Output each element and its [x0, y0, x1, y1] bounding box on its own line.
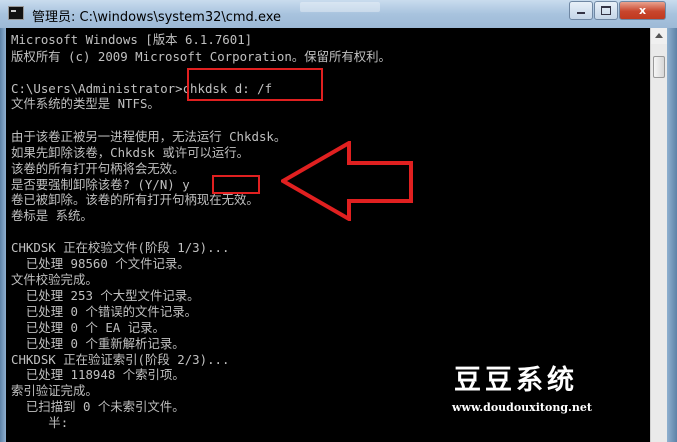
console-line: 已处理 253 个大型文件记录。 [11, 288, 200, 303]
console-line: 由于该卷正被另一进程使用，无法运行 Chkdsk。 [11, 129, 287, 144]
console-line: 文件系统的类型是 NTFS。 [11, 96, 160, 111]
console-line: 已处理 0 个 EA 记录。 [11, 320, 165, 335]
close-icon: x [638, 4, 647, 17]
watermark-title: 豆豆系统 [454, 365, 578, 396]
highlight-box-answer [212, 175, 260, 194]
console-line: CHKDSK 正在验证索引(阶段 2/3)... [11, 352, 230, 367]
console-line: 如果先卸除该卷，Chkdsk 或许可以运行。 [11, 145, 250, 160]
console-line: 索引验证完成。 [11, 383, 98, 398]
console-line: 已扫描到 0 个未索引文件。 [11, 399, 185, 414]
window-right-border [667, 28, 677, 442]
close-button[interactable]: x [619, 1, 666, 20]
minimize-button[interactable] [569, 1, 593, 20]
console-line: 版权所有 (c) 2009 Microsoft Corporation。保留所有… [11, 49, 391, 64]
cmd-window: 管理员: C:\windows\system32\cmd.exe x Micro… [0, 0, 677, 442]
window-title: 管理员: C:\windows\system32\cmd.exe [32, 10, 281, 25]
maximize-button[interactable] [594, 1, 618, 20]
console-line: 卷标是 系统。 [11, 208, 93, 223]
console-line: 文件校验完成。 [11, 272, 98, 287]
console-line: 该卷的所有打开句柄将会无效。 [11, 161, 185, 176]
console-line: 已处理 98560 个文件记录。 [11, 256, 190, 271]
left-arrow-icon [281, 141, 413, 221]
cmd-icon[interactable] [8, 6, 24, 20]
console-line: 已处理 0 个错误的文件记录。 [11, 304, 197, 319]
vertical-scrollbar[interactable] [650, 28, 667, 442]
highlight-box-command [187, 68, 323, 101]
background-window-tab [300, 2, 380, 12]
console-line: CHKDSK 正在校验文件(阶段 1/3)... [11, 240, 230, 255]
scroll-up-arrow-icon[interactable] [651, 28, 667, 44]
maximize-icon [601, 6, 611, 15]
console-line: 是否要强制卸除该卷? (Y/N) y [11, 177, 190, 192]
minimize-icon [577, 12, 585, 14]
console-line: 半: [11, 415, 69, 430]
title-bar[interactable]: 管理员: C:\windows\system32\cmd.exe x [0, 0, 677, 29]
console-line: Microsoft Windows [版本 6.1.7601] [11, 32, 253, 47]
console-line: 已处理 0 个重新解析记录。 [11, 336, 185, 351]
console-line: 已处理 118948 个索引项。 [11, 367, 185, 382]
scrollbar-thumb[interactable] [653, 56, 665, 78]
watermark-url: www.doudouxitong.net [452, 401, 592, 414]
console-line: 卷已被卸除。该卷的所有打开句柄现在无效。 [11, 192, 259, 207]
